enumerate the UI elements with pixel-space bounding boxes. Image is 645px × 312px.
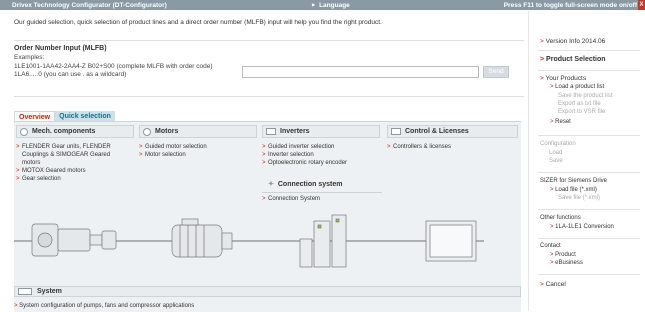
tab-bar: Overview Quick selection (14, 111, 115, 123)
close-icon[interactable]: X (638, 0, 645, 10)
save-file-link: Save file (*.xml) (558, 195, 601, 201)
column-title: Motors (155, 128, 179, 135)
fullscreen-hint: Press F11 to toggle full-screen mode on/… (503, 1, 637, 9)
inverters-header[interactable]: Inverters (262, 125, 380, 138)
link-motor-selection[interactable]: Motor selection (139, 151, 257, 159)
other-functions-label: Other functions (540, 215, 581, 221)
column-title: Mech. components (32, 128, 96, 135)
app-title: Drivex Technology Configurator (DT-Confi… (12, 1, 167, 9)
product-illustration (14, 211, 521, 269)
contact-product-link[interactable]: Product (550, 252, 576, 258)
order-number-title: Order Number Input (MLFB) (14, 45, 107, 52)
sizer-label: SIZER for Siemens Drive (540, 178, 608, 184)
contact-label: Contact (540, 243, 561, 249)
load-config-link: Load (549, 150, 563, 156)
link-guided-inverter-selection[interactable]: Guided inverter selection (262, 143, 380, 151)
motors-header[interactable]: Motors (139, 125, 257, 138)
column-motors: Motors Guided motor selection Motor sele… (139, 125, 257, 159)
link-system-configuration[interactable]: System configuration of pumps, fans and … (14, 303, 194, 309)
connection-system-header[interactable]: Connection system (262, 180, 382, 190)
load-product-list-link[interactable]: Load a product list (550, 84, 604, 90)
divider (14, 96, 524, 97)
divider (14, 40, 524, 41)
example-1: 1LE1001-1AA42-2AA4-Z B02+S00 (complete M… (14, 62, 213, 70)
reset-link[interactable]: Reset (550, 119, 571, 125)
divider (538, 172, 640, 173)
configuration-label: Configuration (540, 141, 576, 147)
system-icon (18, 288, 32, 295)
controller-icon (391, 128, 401, 135)
cancel-link[interactable]: Cancel (540, 281, 566, 288)
mech-components-header[interactable]: Mech. components (16, 125, 134, 138)
conversion-link[interactable]: 1LA-1LE1 Conversion (550, 224, 614, 230)
export-vsr-link: Export to VSR file (558, 109, 606, 115)
link-motox-geared-motors[interactable]: MOTOX Geared motors (16, 167, 134, 175)
example-2: 1LA6.....0 (you can use . as a wildcard) (14, 71, 127, 78)
gear-icon (20, 127, 28, 136)
save-config-link: Save (549, 158, 563, 164)
column-title: Inverters (280, 128, 310, 135)
control-licenses-header[interactable]: Control & Licenses (387, 125, 518, 138)
save-product-list-link: Save the product list (558, 93, 613, 99)
your-products-link[interactable]: Your Products (540, 75, 586, 82)
inverter-icon (266, 128, 276, 135)
title-bar: Drivex Technology Configurator (DT-Confi… (0, 0, 645, 10)
divider (538, 50, 640, 51)
link-gear-selection[interactable]: Gear selection (16, 175, 134, 183)
order-examples: Examples: 1LE1001-1AA42-2AA4-Z B02+S00 (… (14, 54, 213, 80)
divider (538, 238, 640, 239)
link-controllers-licenses[interactable]: Controllers & licenses (387, 143, 518, 151)
load-file-link[interactable]: Load file (*.xml) (550, 187, 597, 193)
divider (538, 135, 640, 136)
link-inverter-selection[interactable]: Inverter selection (262, 151, 380, 159)
link-flender-gear-units[interactable]: FLENDER Gear units, FLENDER Couplings & … (16, 143, 114, 167)
link-connection-system[interactable]: Connection System (262, 195, 320, 203)
version-info-link[interactable]: Version Info 2014.06 (540, 38, 606, 45)
divider (538, 209, 640, 210)
examples-label: Examples: (14, 54, 45, 61)
column-inverters: Inverters Guided inverter selection Inve… (262, 125, 380, 167)
motor-icon (143, 127, 151, 136)
link-guided-motor-selection[interactable]: Guided motor selection (139, 143, 257, 151)
export-txt-link: Export as txt file (558, 101, 601, 107)
column-title: Control & Licenses (405, 128, 469, 135)
system-header[interactable]: System (14, 286, 521, 297)
order-number-input[interactable] (242, 66, 479, 78)
intro-text: Our guided selection, quick selection of… (14, 19, 382, 26)
link-optoelectronic-encoder[interactable]: Optoelectronic rotary encoder (262, 159, 380, 167)
language-menu[interactable]: Language (312, 2, 350, 9)
product-selection-link[interactable]: Product Selection (540, 56, 606, 63)
send-button[interactable]: Send (483, 66, 509, 78)
controller-image (425, 220, 477, 262)
divider (538, 274, 640, 275)
divider (538, 70, 640, 71)
column-control-licenses: Control & Licenses Controllers & license… (387, 125, 518, 151)
divider (262, 192, 382, 193)
column-mech-components: Mech. components FLENDER Gear units, FLE… (16, 125, 134, 183)
ebusiness-link[interactable]: eBusiness (550, 260, 583, 266)
